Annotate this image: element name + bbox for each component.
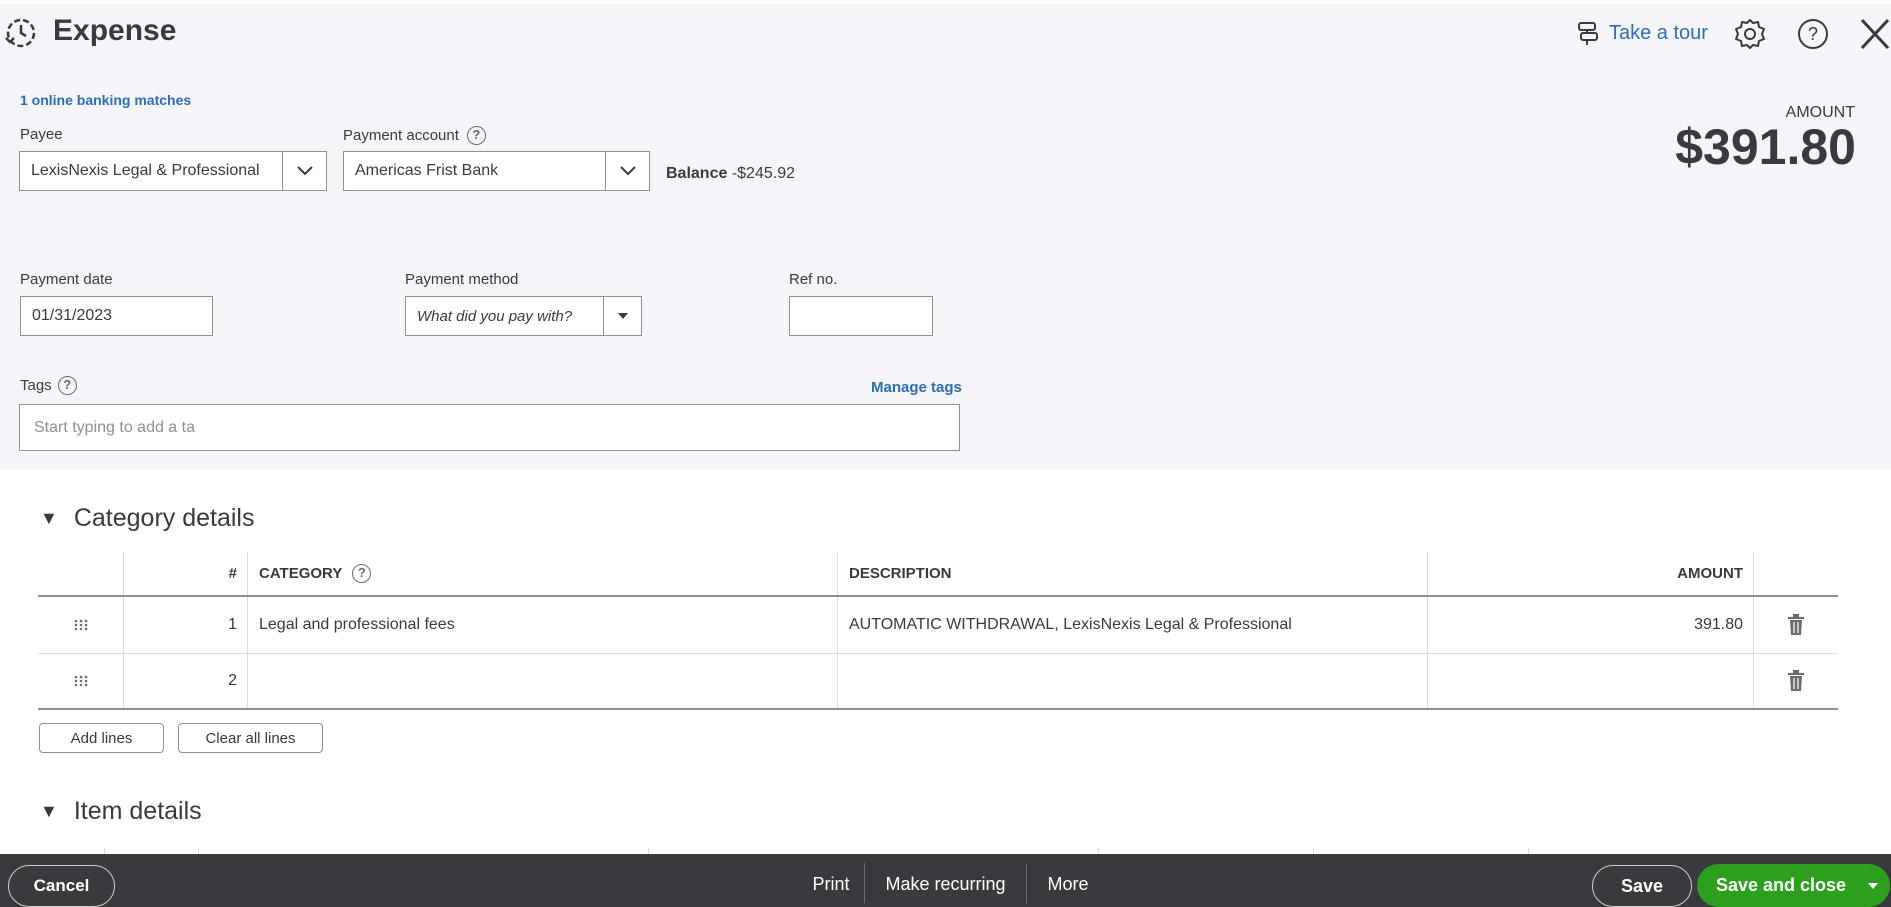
row-number: 1 xyxy=(124,597,248,653)
tags-placeholder: Start typing to add a ta xyxy=(34,418,195,436)
description-column-header: DESCRIPTION xyxy=(838,552,1428,595)
more-button[interactable]: More xyxy=(1040,864,1096,904)
payment-method-placeholder: What did you pay with? xyxy=(417,307,573,325)
footer-divider xyxy=(1026,863,1027,903)
take-tour-label: Take a tour xyxy=(1609,21,1708,44)
num-column-header: # xyxy=(124,552,248,595)
amount-cell[interactable]: 391.80 xyxy=(1428,597,1754,653)
recent-transactions-icon[interactable] xyxy=(4,16,38,50)
help-icon[interactable]: ? xyxy=(1796,17,1830,51)
take-tour-link[interactable]: Take a tour xyxy=(1575,20,1708,46)
description-cell[interactable]: AUTOMATIC WITHDRAWAL, LexisNexis Legal &… xyxy=(838,597,1428,653)
info-question-icon[interactable]: ? xyxy=(352,564,372,583)
chevron-down-icon[interactable] xyxy=(605,152,649,190)
amount-column-header: AMOUNT xyxy=(1428,552,1754,595)
payment-date-input[interactable]: 01/31/2023 xyxy=(20,296,213,336)
tags-label: Tags xyxy=(20,377,52,394)
chevron-down-icon[interactable] xyxy=(282,152,326,190)
row-number: 2 xyxy=(124,654,248,708)
save-and-close-split-button[interactable]: Save and close xyxy=(1697,864,1890,907)
gear-icon[interactable] xyxy=(1733,17,1767,51)
tags-label-wrap: Tags ? xyxy=(20,376,77,395)
item-details-title: Item details xyxy=(73,797,202,825)
info-question-icon[interactable]: ? xyxy=(57,376,77,395)
payment-method-dropdown[interactable]: What did you pay with? xyxy=(405,296,642,336)
category-header-label: CATEGORY xyxy=(259,565,343,582)
payment-account-dropdown[interactable]: Americas Frist Bank xyxy=(343,151,650,191)
item-details-toggle[interactable]: ▼ Item details xyxy=(40,797,202,826)
collapse-triangle-icon: ▼ xyxy=(40,801,58,821)
add-lines-button[interactable]: Add lines xyxy=(39,723,164,753)
payment-account-value: Americas Frist Bank xyxy=(355,162,499,179)
description-cell[interactable] xyxy=(838,654,1428,708)
clear-all-lines-button[interactable]: Clear all lines xyxy=(178,723,323,753)
page-title: Expense xyxy=(53,14,177,47)
make-recurring-button[interactable]: Make recurring xyxy=(873,864,1018,904)
category-cell[interactable] xyxy=(248,654,838,708)
ref-no-label: Ref no. xyxy=(789,271,838,288)
table-row[interactable]: 2 xyxy=(38,654,1838,710)
payee-value: LexisNexis Legal & Professional xyxy=(31,162,260,179)
payee-dropdown[interactable]: LexisNexis Legal & Professional xyxy=(19,151,327,191)
save-and-close-label[interactable]: Save and close xyxy=(1697,875,1855,896)
cancel-button[interactable]: Cancel xyxy=(8,865,115,907)
close-icon[interactable] xyxy=(1858,16,1891,52)
amount-cell[interactable] xyxy=(1428,654,1754,708)
collapse-triangle-icon: ▼ xyxy=(40,508,58,528)
info-question-icon[interactable]: ? xyxy=(466,126,486,145)
balance-display: Balance -$245.92 xyxy=(666,165,795,183)
save-button[interactable]: Save xyxy=(1592,865,1692,907)
trash-icon[interactable] xyxy=(1754,654,1838,708)
payment-account-label-wrap: Payment account ? xyxy=(343,126,486,145)
balance-label: Balance xyxy=(666,165,728,182)
table-header-row: # CATEGORY ? DESCRIPTION AMOUNT xyxy=(38,552,1838,597)
table-row[interactable]: 1 Legal and professional fees AUTOMATIC … xyxy=(38,597,1838,654)
trash-icon[interactable] xyxy=(1754,597,1838,653)
payment-account-label: Payment account xyxy=(343,127,459,144)
svg-text:?: ? xyxy=(1808,24,1818,44)
category-details-title: Category details xyxy=(73,504,255,532)
signpost-icon xyxy=(1578,22,1598,45)
caret-down-icon[interactable] xyxy=(1855,882,1890,890)
payment-method-label: Payment method xyxy=(405,271,519,288)
online-banking-matches-link[interactable]: 1 online banking matches xyxy=(20,92,191,108)
drag-handle-icon[interactable] xyxy=(38,597,124,653)
manage-tags-link[interactable]: Manage tags xyxy=(871,379,962,396)
category-column-header: CATEGORY ? xyxy=(248,552,838,595)
category-cell[interactable]: Legal and professional fees xyxy=(248,597,838,653)
payee-label: Payee xyxy=(20,126,63,143)
category-table: # CATEGORY ? DESCRIPTION AMOUNT 1 Legal … xyxy=(38,552,1838,711)
category-details-toggle[interactable]: ▼ Category details xyxy=(40,504,254,533)
payment-date-label: Payment date xyxy=(20,271,113,288)
form-header-area xyxy=(0,0,1891,469)
footer-divider xyxy=(864,863,865,903)
caret-down-icon[interactable] xyxy=(603,297,641,335)
amount-total: $391.80 xyxy=(1675,119,1856,175)
delete-column-header xyxy=(1754,552,1838,595)
balance-value: -$245.92 xyxy=(731,165,795,182)
print-button[interactable]: Print xyxy=(798,864,864,904)
drag-handle-icon[interactable] xyxy=(38,654,124,708)
tags-input[interactable]: Start typing to add a ta xyxy=(19,404,960,451)
drag-column-header xyxy=(38,552,124,595)
ref-no-input[interactable] xyxy=(789,296,933,336)
